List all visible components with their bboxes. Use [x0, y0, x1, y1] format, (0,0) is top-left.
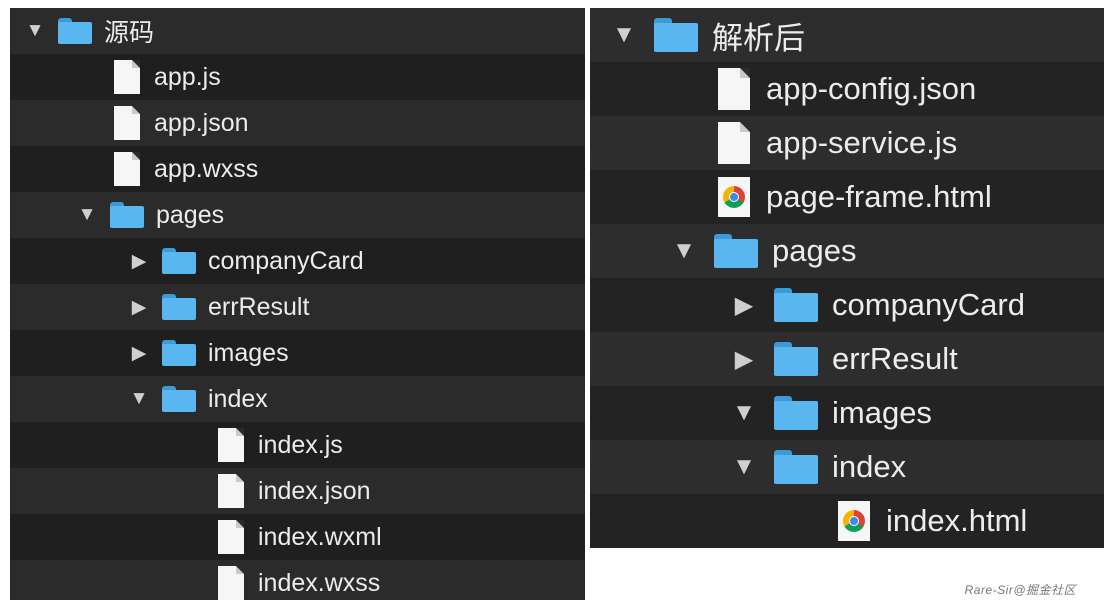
folder-icon [714, 234, 758, 268]
file-icon [218, 520, 244, 554]
disclosure-collapsed-icon[interactable]: ▶ [730, 291, 758, 320]
left-tree-row[interactable]: index.wxss [10, 560, 585, 600]
right-tree-row-label: app-config.json [766, 71, 977, 106]
file-icon [718, 122, 750, 164]
right-file-tree-panel: ▼ 解析后 app-config.json app-service.js page-fr… [590, 8, 1104, 600]
disclosure-collapsed-icon[interactable]: ▶ [128, 342, 150, 365]
left-tree-row[interactable]: ▼ index [10, 376, 585, 422]
folder-icon [774, 342, 818, 376]
left-tree-row-label: index.json [258, 476, 371, 505]
right-tree-row-label: pages [772, 233, 857, 268]
disclosure-collapsed-icon[interactable]: ▶ [128, 250, 150, 273]
right-tree-row[interactable]: page-frame.html [590, 170, 1104, 224]
folder-icon [162, 248, 196, 274]
file-icon [114, 106, 140, 140]
left-tree-row[interactable]: index.js [10, 422, 585, 468]
left-tree-row-label: index.js [258, 430, 343, 459]
left-tree-row[interactable]: ▶ companyCard [10, 238, 585, 284]
left-tree-row[interactable]: index.json [10, 468, 585, 514]
disclosure-expanded-icon[interactable]: ▼ [670, 237, 698, 265]
folder-icon [774, 450, 818, 484]
left-tree-row-label: 源码 [104, 19, 155, 47]
folder-icon [774, 396, 818, 430]
watermark: Rare-Sir@掘金社区 [964, 583, 1076, 597]
right-tree-row[interactable]: ▶ companyCard [590, 278, 1104, 332]
right-tree-row-label: 解析后 [712, 20, 805, 56]
left-tree-row-label: images [208, 338, 289, 367]
file-icon [718, 68, 750, 110]
left-tree-row[interactable]: ▼ pages [10, 192, 585, 238]
left-tree-row[interactable]: app.js [10, 54, 585, 100]
file-icon [218, 474, 244, 508]
right-tree-row-label: images [832, 395, 932, 430]
left-tree-row[interactable]: app.json [10, 100, 585, 146]
folder-icon [654, 18, 698, 52]
left-tree-row[interactable]: app.wxss [10, 146, 585, 192]
disclosure-collapsed-icon[interactable]: ▶ [730, 345, 758, 374]
folder-icon [110, 202, 144, 228]
chrome-html-icon [718, 177, 750, 217]
left-tree-row-label: pages [156, 200, 225, 229]
folder-icon [774, 288, 818, 322]
right-tree-row[interactable]: index.html [590, 494, 1104, 548]
chrome-html-icon [838, 501, 870, 541]
left-tree-row-label: index.wxss [258, 568, 381, 597]
folder-icon [162, 294, 196, 320]
right-tree-row[interactable]: app-service.js [590, 116, 1104, 170]
left-tree-row-label: app.wxss [154, 154, 259, 183]
file-icon [218, 428, 244, 462]
right-tree-row-label: errResult [832, 341, 958, 376]
file-icon [218, 566, 244, 600]
left-tree-row-label: index [208, 384, 268, 413]
disclosure-expanded-icon[interactable]: ▼ [24, 20, 46, 42]
left-tree-row-label: app.js [154, 62, 221, 91]
right-tree-row[interactable]: ▼ images [590, 386, 1104, 440]
right-tree-row[interactable]: ▼ 解析后 [590, 8, 1104, 62]
disclosure-expanded-icon[interactable]: ▼ [76, 204, 98, 226]
left-tree-row-label: companyCard [208, 246, 364, 275]
right-tree-row[interactable]: app-config.json [590, 62, 1104, 116]
disclosure-expanded-icon[interactable]: ▼ [730, 453, 758, 481]
left-tree-row[interactable]: index.wxml [10, 514, 585, 560]
folder-icon [58, 18, 92, 44]
left-tree-row[interactable]: ▶ errResult [10, 284, 585, 330]
left-tree-row-label: index.wxml [258, 522, 382, 551]
right-tree-row-label: companyCard [832, 287, 1025, 322]
right-tree-row-label: index [832, 449, 907, 484]
right-tree-row-label: app-service.js [766, 125, 958, 160]
right-tree-row-label: page-frame.html [766, 179, 992, 214]
disclosure-collapsed-icon[interactable]: ▶ [128, 296, 150, 319]
left-file-tree-panel: ▼ 源码 app.js app.json app.wxss ▼ pages ▶ companyC… [10, 8, 585, 600]
right-tree-row[interactable]: ▶ errResult [590, 332, 1104, 386]
left-tree-row[interactable]: ▶ images [10, 330, 585, 376]
left-tree-row-label: errResult [208, 292, 310, 321]
file-icon [114, 152, 140, 186]
left-tree-row-label: app.json [154, 108, 249, 137]
right-tree-row-label: index.html [886, 503, 1028, 538]
left-tree-row[interactable]: ▼ 源码 [10, 8, 585, 54]
disclosure-expanded-icon[interactable]: ▼ [128, 388, 150, 410]
right-tree-row[interactable]: ▼ index [590, 440, 1104, 494]
disclosure-expanded-icon[interactable]: ▼ [730, 399, 758, 427]
folder-icon [162, 340, 196, 366]
right-tree-row[interactable]: ▼ pages [590, 224, 1104, 278]
file-icon [114, 60, 140, 94]
disclosure-expanded-icon[interactable]: ▼ [610, 21, 638, 49]
folder-icon [162, 386, 196, 412]
